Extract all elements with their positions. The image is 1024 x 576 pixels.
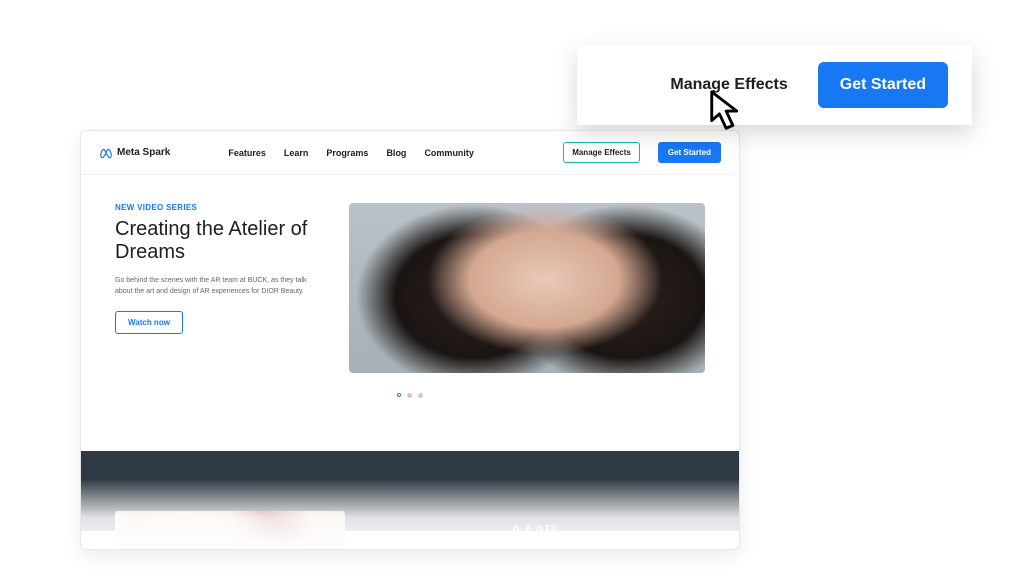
watch-now-button[interactable]: Watch now: [115, 311, 183, 334]
hero-description: Go behind the scenes with the AR team at…: [115, 276, 325, 297]
carousel-dot-3[interactable]: [418, 393, 423, 398]
header-callout-magnified: Manage Effects Get Started: [577, 45, 972, 125]
carousel-dots: [81, 393, 739, 398]
carousel-dot-2[interactable]: [407, 393, 412, 398]
hero-video-thumbnail[interactable]: [349, 203, 705, 373]
nav-learn[interactable]: Learn: [284, 148, 309, 158]
brand-logo[interactable]: Meta Spark: [99, 146, 170, 160]
get-started-button[interactable]: Get Started: [658, 142, 721, 163]
manage-effects-link-large[interactable]: Manage Effects: [670, 76, 787, 94]
section-peek-image: [115, 511, 345, 550]
carousel-dot-1[interactable]: [397, 393, 401, 397]
brand-name: Meta Spark: [117, 147, 170, 158]
nav-features[interactable]: Features: [228, 148, 266, 158]
browser-window: Meta Spark Features Learn Programs Blog …: [80, 130, 740, 550]
hero-title: Creating the Atelier of Dreams: [115, 218, 325, 264]
section-peek-heading: A f AR: [511, 523, 557, 541]
nav-programs[interactable]: Programs: [326, 148, 368, 158]
hero-eyebrow: NEW VIDEO SERIES: [115, 203, 325, 212]
nav-community[interactable]: Community: [424, 148, 474, 158]
nav-blog[interactable]: Blog: [386, 148, 406, 158]
get-started-button-large[interactable]: Get Started: [818, 62, 948, 108]
top-nav: Meta Spark Features Learn Programs Blog …: [81, 131, 739, 175]
manage-effects-button[interactable]: Manage Effects: [563, 142, 640, 163]
hero-section: NEW VIDEO SERIES Creating the Atelier of…: [81, 175, 739, 383]
meta-logo-icon: [99, 146, 113, 160]
hero-copy: NEW VIDEO SERIES Creating the Atelier of…: [115, 203, 325, 373]
